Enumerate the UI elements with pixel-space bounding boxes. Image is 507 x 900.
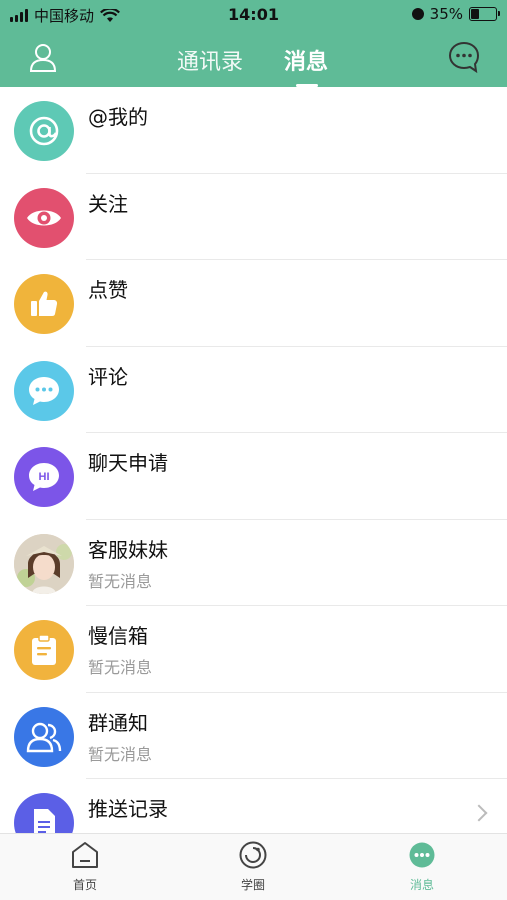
thumbs-up-icon bbox=[14, 274, 74, 334]
status-right: 35% bbox=[411, 5, 500, 23]
comment-icon bbox=[14, 360, 74, 421]
list-item-follow[interactable]: 关注 bbox=[0, 174, 507, 260]
item-subtitle: 暂无消息 bbox=[88, 571, 153, 591]
list-item-group-notice[interactable]: 群通知 暂无消息 bbox=[0, 693, 507, 779]
list-item-customer-service[interactable]: 客服妹妹 暂无消息 bbox=[0, 520, 507, 606]
tab-contacts[interactable]: 通讯录 bbox=[177, 44, 243, 76]
at-icon bbox=[14, 101, 74, 161]
eye-icon bbox=[14, 187, 74, 248]
tab-messages[interactable]: 消息 bbox=[284, 44, 328, 76]
contacts-person-icon[interactable] bbox=[26, 40, 60, 74]
nav-messages[interactable]: 消息 bbox=[382, 840, 462, 893]
chat-bubble-icon[interactable] bbox=[447, 40, 481, 74]
list-item-comments[interactable]: 评论 bbox=[0, 347, 507, 433]
top-bar: 中国移动 14:01 35% 通讯录 消息 bbox=[0, 0, 507, 87]
chevron-right-icon bbox=[470, 804, 488, 822]
item-title: 点赞 bbox=[88, 278, 128, 302]
battery-icon bbox=[469, 7, 500, 21]
header: 通讯录 消息 bbox=[0, 30, 507, 87]
list-item-slow-mailbox[interactable]: 慢信箱 暂无消息 bbox=[0, 606, 507, 693]
nav-study-circle[interactable]: 学圈 bbox=[213, 840, 293, 893]
item-title: 评论 bbox=[88, 364, 128, 389]
circle-icon bbox=[239, 841, 267, 869]
nav-label: 首页 bbox=[72, 878, 97, 892]
list-item-chat-request[interactable]: HI 聊天申请 bbox=[0, 433, 507, 520]
item-subtitle: 暂无消息 bbox=[88, 658, 153, 677]
nav-label: 学圈 bbox=[240, 878, 265, 892]
item-title: 聊天申请 bbox=[88, 451, 168, 475]
svg-text:HI: HI bbox=[39, 471, 50, 483]
item-title: @我的 bbox=[88, 105, 148, 129]
message-list: @我的 关注 点赞 评论 HI 聊天申请 客服妹妹 暂无消息 慢信箱 暂无消息 … bbox=[0, 87, 507, 866]
home-icon bbox=[72, 842, 98, 868]
hi-chat-icon: HI bbox=[14, 447, 74, 507]
item-title: 群通知 bbox=[88, 710, 148, 735]
clipboard-icon bbox=[14, 620, 74, 680]
alarm-icon bbox=[411, 8, 424, 20]
customer-service-avatar bbox=[14, 533, 74, 594]
item-title: 推送记录 bbox=[88, 797, 168, 821]
item-title: 慢信箱 bbox=[88, 624, 148, 648]
item-title: 关注 bbox=[88, 191, 128, 216]
list-item-at-me[interactable]: @我的 bbox=[0, 87, 507, 174]
nav-label: 消息 bbox=[409, 878, 434, 892]
battery-fill bbox=[471, 9, 480, 19]
group-icon bbox=[14, 706, 74, 767]
item-title: 客服妹妹 bbox=[88, 537, 168, 562]
bottom-nav: 首页 学圈 消息 bbox=[0, 833, 507, 900]
message-icon bbox=[409, 842, 435, 868]
item-subtitle: 暂无消息 bbox=[88, 744, 153, 764]
battery-percent: 35% bbox=[429, 5, 463, 23]
status-bar: 中国移动 14:01 35% bbox=[0, 0, 507, 30]
list-item-likes[interactable]: 点赞 bbox=[0, 260, 507, 347]
nav-home[interactable]: 首页 bbox=[45, 840, 125, 893]
